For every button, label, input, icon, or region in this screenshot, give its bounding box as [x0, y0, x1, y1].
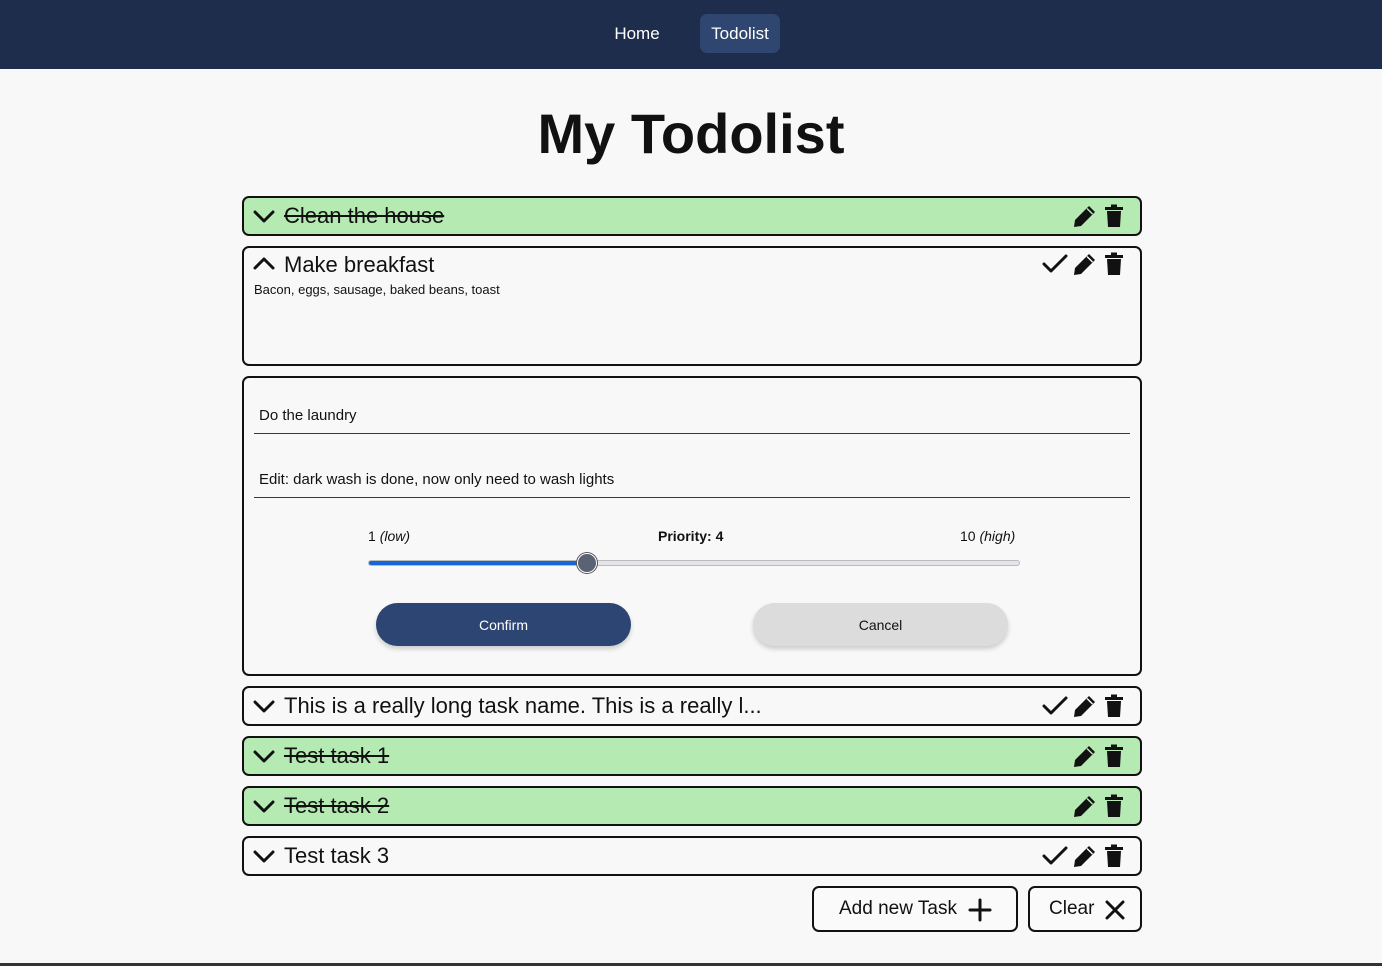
- task-name-input[interactable]: [254, 398, 1130, 434]
- trash-icon[interactable]: [1102, 694, 1128, 718]
- task-header: Make breakfast: [244, 248, 1140, 284]
- chevron-up-icon[interactable]: [253, 254, 275, 274]
- task-header: Test task 1: [244, 738, 1140, 774]
- task-title: Make breakfast: [284, 252, 435, 277]
- priority-slider[interactable]: [368, 553, 1020, 573]
- trash-icon[interactable]: [1102, 204, 1128, 228]
- pencil-icon[interactable]: [1072, 794, 1098, 818]
- trash-icon[interactable]: [1102, 744, 1128, 768]
- plus-icon: [968, 898, 992, 922]
- task-item: Test task 3: [242, 836, 1142, 876]
- chevron-down-icon[interactable]: [253, 746, 275, 766]
- chevron-down-icon[interactable]: [253, 796, 275, 816]
- trash-icon[interactable]: [1102, 794, 1128, 818]
- task-item: Make breakfast Bacon, eggs, sausage, bak…: [242, 246, 1142, 366]
- chevron-down-icon[interactable]: [253, 696, 275, 716]
- task-description: Bacon, eggs, sausage, baked beans, toast: [254, 282, 500, 297]
- check-icon[interactable]: [1042, 694, 1068, 718]
- nav-home-link[interactable]: Home: [604, 14, 670, 53]
- task-item: Clean the house: [242, 196, 1142, 236]
- task-title: Clean the house: [284, 203, 445, 228]
- task-description-input[interactable]: [254, 462, 1130, 498]
- add-new-task-label: Add new Task: [839, 898, 957, 919]
- chevron-down-icon[interactable]: [253, 206, 275, 226]
- pencil-icon[interactable]: [1072, 844, 1098, 868]
- clear-label: Clear: [1049, 898, 1095, 919]
- task-header: This is a really long task name. This is…: [244, 688, 1140, 724]
- priority-slider-fill: [369, 561, 586, 565]
- pencil-icon[interactable]: [1072, 744, 1098, 768]
- navbar: Home Todolist: [0, 0, 1382, 69]
- task-title: Test task 1: [284, 743, 390, 768]
- task-header: Test task 2: [244, 788, 1140, 824]
- task-item: This is a really long task name. This is…: [242, 686, 1142, 726]
- task-header: Test task 3: [244, 838, 1140, 874]
- page-title: My Todolist: [537, 102, 845, 165]
- check-icon[interactable]: [1042, 844, 1068, 868]
- edit-task-form: 1 (low) Priority: 4 10 (high) Confirm Ca…: [242, 376, 1142, 676]
- confirm-button[interactable]: Confirm: [376, 603, 631, 646]
- task-item: Test task 1: [242, 736, 1142, 776]
- priority-max-label: 10 (high): [960, 528, 1016, 544]
- check-icon[interactable]: [1042, 252, 1068, 276]
- x-icon: [1105, 900, 1125, 920]
- priority-min-label: 1 (low): [368, 528, 411, 544]
- clear-button[interactable]: Clear: [1028, 886, 1142, 932]
- pencil-icon[interactable]: [1072, 252, 1098, 276]
- task-header: Clean the house: [244, 198, 1140, 234]
- trash-icon[interactable]: [1102, 844, 1128, 868]
- priority-value-label: Priority: 4: [658, 528, 724, 544]
- priority-slider-thumb[interactable]: [577, 553, 597, 573]
- task-title: Test task 2: [284, 793, 390, 818]
- pencil-icon[interactable]: [1072, 694, 1098, 718]
- task-title: Test task 3: [284, 843, 390, 868]
- cancel-button[interactable]: Cancel: [753, 603, 1008, 646]
- chevron-down-icon[interactable]: [253, 846, 275, 866]
- add-new-task-button[interactable]: Add new Task: [812, 886, 1018, 932]
- nav-todolist-link[interactable]: Todolist: [700, 14, 780, 53]
- pencil-icon[interactable]: [1072, 204, 1098, 228]
- trash-icon[interactable]: [1102, 252, 1128, 276]
- task-title: This is a really long task name. This is…: [284, 693, 762, 718]
- task-item: Test task 2: [242, 786, 1142, 826]
